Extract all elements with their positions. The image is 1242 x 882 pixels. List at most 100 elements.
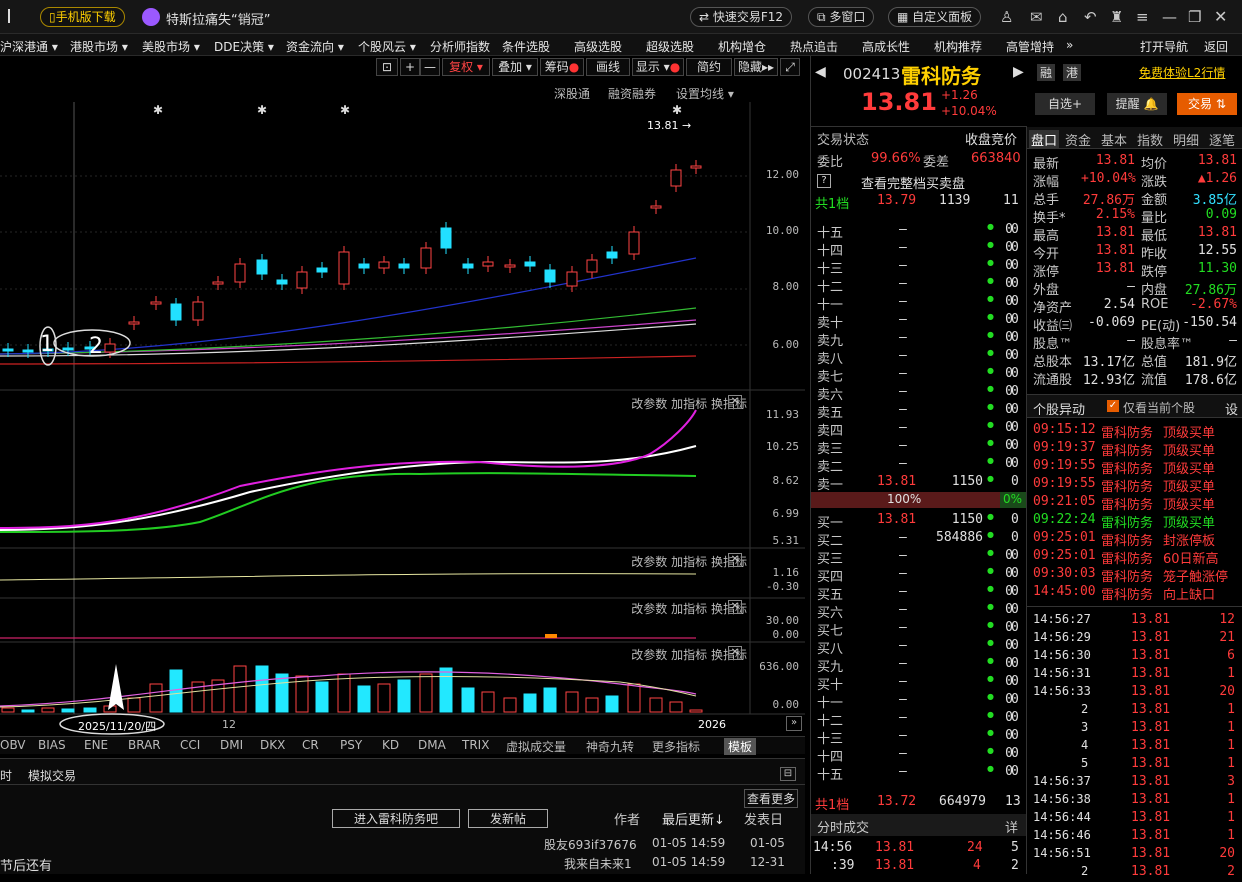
movement-stock[interactable]: 雷科防务 [1101,566,1153,585]
view-more-button[interactable]: 查看更多 [744,789,799,808]
menu-item[interactable]: 个股风云 ▾ [358,38,416,55]
indicator-tab[interactable]: BRAR [128,738,161,752]
indicator-tab[interactable]: CR [302,738,319,752]
post-title[interactable]: 节后还有 [0,855,52,874]
mobile-download-button[interactable]: ▯手机版下载 [40,7,125,27]
zoom-out-button[interactable]: — [420,58,440,76]
menu-item[interactable]: 港股市场 ▾ [70,38,128,55]
detail-button[interactable]: 详 [1005,817,1018,836]
indicator-tab[interactable]: DMA [418,738,446,752]
close-panel4-icon[interactable]: ✕ [728,646,742,660]
close-icon[interactable]: ✕ [1214,7,1227,26]
menu-icon[interactable]: ≡ [1136,8,1149,26]
checkbox-icon[interactable]: ✓ [1107,400,1119,412]
next-stock-icon[interactable]: ▶ [1013,64,1024,80]
chips-button[interactable]: 筹码● [540,58,584,76]
movement-stock[interactable]: 雷科防务 [1101,512,1153,531]
sgt-link[interactable]: 深股通 [554,85,590,102]
post-date-header[interactable]: 发表日 [744,809,783,828]
quote-tab[interactable]: 指数 [1137,130,1163,149]
indicator-tab[interactable]: 虚拟成交量 [506,738,566,755]
trade-button[interactable]: 交易 ⇅ [1177,93,1237,115]
add-watch-button[interactable]: 自选+ [1035,93,1095,115]
movement-stock[interactable]: 雷科防务 [1101,440,1153,459]
settings-button[interactable]: 设 [1225,399,1238,418]
menu-item[interactable]: 高级选股 [574,38,622,55]
menu-item[interactable]: 高管增持 [1006,38,1054,55]
menu-item[interactable]: 机构推荐 [934,38,982,55]
menu-item[interactable]: 美股市场 ▾ [142,38,200,55]
quote-tab[interactable]: 资金 [1065,130,1091,149]
indicator-tab[interactable]: KD [382,738,399,752]
prev-stock-icon[interactable]: ◀ [815,64,826,80]
minimize-icon[interactable]: — [1162,8,1177,26]
movement-stock[interactable]: 雷科防务 [1101,548,1153,567]
movement-stock[interactable]: 雷科防务 [1101,422,1153,441]
restore-icon[interactable]: ❐ [1188,8,1201,26]
new-post-button[interactable]: 发新帖 [468,809,548,828]
multi-window-button[interactable]: ⧉ 多窗口 [808,7,875,27]
menu-item[interactable]: DDE决策 ▾ [214,38,274,55]
movement-stock[interactable]: 雷科防务 [1101,458,1153,477]
hk-tag[interactable]: 港 [1063,64,1082,81]
menu-item[interactable]: 分析师指数 [430,38,490,55]
movement-stock[interactable]: 雷科防务 [1101,584,1153,603]
scroll-right-icon[interactable]: » [786,716,802,731]
tab-partial[interactable]: 时 [0,767,12,784]
custom-panel-button[interactable]: ▦ 自定义面板 [888,7,982,27]
fuquan-dropdown[interactable]: 复权 ▾ [442,58,490,76]
menu-item[interactable]: 热点追击 [790,38,838,55]
lock-icon[interactable]: ⊡ [376,58,398,76]
indicator-tab[interactable]: BIAS [38,738,66,752]
mail-icon[interactable]: ✉ [1030,8,1043,26]
menu-item[interactable]: 资金流向 ▾ [286,38,344,55]
indicator-tab[interactable]: DMI [220,738,243,752]
enter-forum-button[interactable]: 进入雷科防务吧 [332,809,460,828]
skin-icon[interactable]: ♜ [1110,8,1123,26]
zoom-in-button[interactable]: + [400,58,420,76]
menu-item[interactable]: 打开导航 [1140,38,1188,55]
indicator-tab[interactable]: CCI [180,738,200,752]
quick-trade-button[interactable]: ⇄ 快速交易F12 [690,7,793,27]
movement-stock[interactable]: 雷科防务 [1101,530,1153,549]
news-headline[interactable]: 特斯拉痛失“销冠” [166,9,270,28]
draw-line-button[interactable]: 画线 [586,58,630,76]
home-icon[interactable]: ⌂ [1058,8,1068,26]
indicator-tab[interactable]: TRIX [462,738,489,752]
ma-setting-link[interactable]: 设置均线 ▾ [676,85,734,102]
margin-link[interactable]: 融资融券 [608,85,656,102]
menu-item[interactable]: 高成长性 [862,38,910,55]
help-icon[interactable]: ? [817,174,831,188]
menu-item[interactable]: 沪深港通 ▾ [0,38,58,55]
quote-tab[interactable]: 逐笔 [1209,130,1235,149]
post-author[interactable]: 我来自未来1 [564,855,632,872]
indicator-tab[interactable]: DKX [260,738,285,752]
menu-item[interactable]: 超级选股 [646,38,694,55]
last-update-header[interactable]: 最后更新↓ [662,809,725,828]
indicator-tab[interactable]: 更多指标 [652,738,700,755]
post-author[interactable]: 股友693if37676 [544,836,637,853]
hide-button[interactable]: 隐藏▸▸ [734,58,778,76]
alert-button[interactable]: 提醒 🔔 [1107,93,1167,115]
margin-tag[interactable]: 融 [1037,64,1056,81]
l2-link[interactable]: 免费体验L2行情 [1139,64,1225,81]
collapse-icon[interactable]: ⊟ [780,767,796,781]
menu-item[interactable]: 返回 [1204,38,1228,55]
menu-item[interactable]: 机构增仓 [718,38,766,55]
indicator-tab[interactable]: 神奇九转 [586,738,634,755]
indicator-tab[interactable]: OBV [0,738,26,752]
user-icon[interactable]: ♙ [1000,8,1013,26]
indicator-tab[interactable]: 模板 [724,738,757,755]
back-icon[interactable]: ↶ [1084,8,1097,26]
movement-stock[interactable]: 雷科防务 [1101,494,1153,513]
tab-sim-trade[interactable]: 模拟交易 [28,767,76,784]
indicator-tab[interactable]: ENE [84,738,108,752]
menu-item[interactable]: 条件选股 [502,38,550,55]
quote-tab[interactable]: 基本 [1101,130,1127,149]
movement-stock[interactable]: 雷科防务 [1101,476,1153,495]
close-panel1-icon[interactable]: ✕ [728,395,742,409]
quote-tab[interactable]: 明细 [1173,130,1199,149]
full-book-link[interactable]: 查看完整档买卖盘 [861,173,965,192]
menu-item[interactable]: » [1066,38,1073,52]
display-dropdown[interactable]: 显示 ▾● [632,58,684,76]
